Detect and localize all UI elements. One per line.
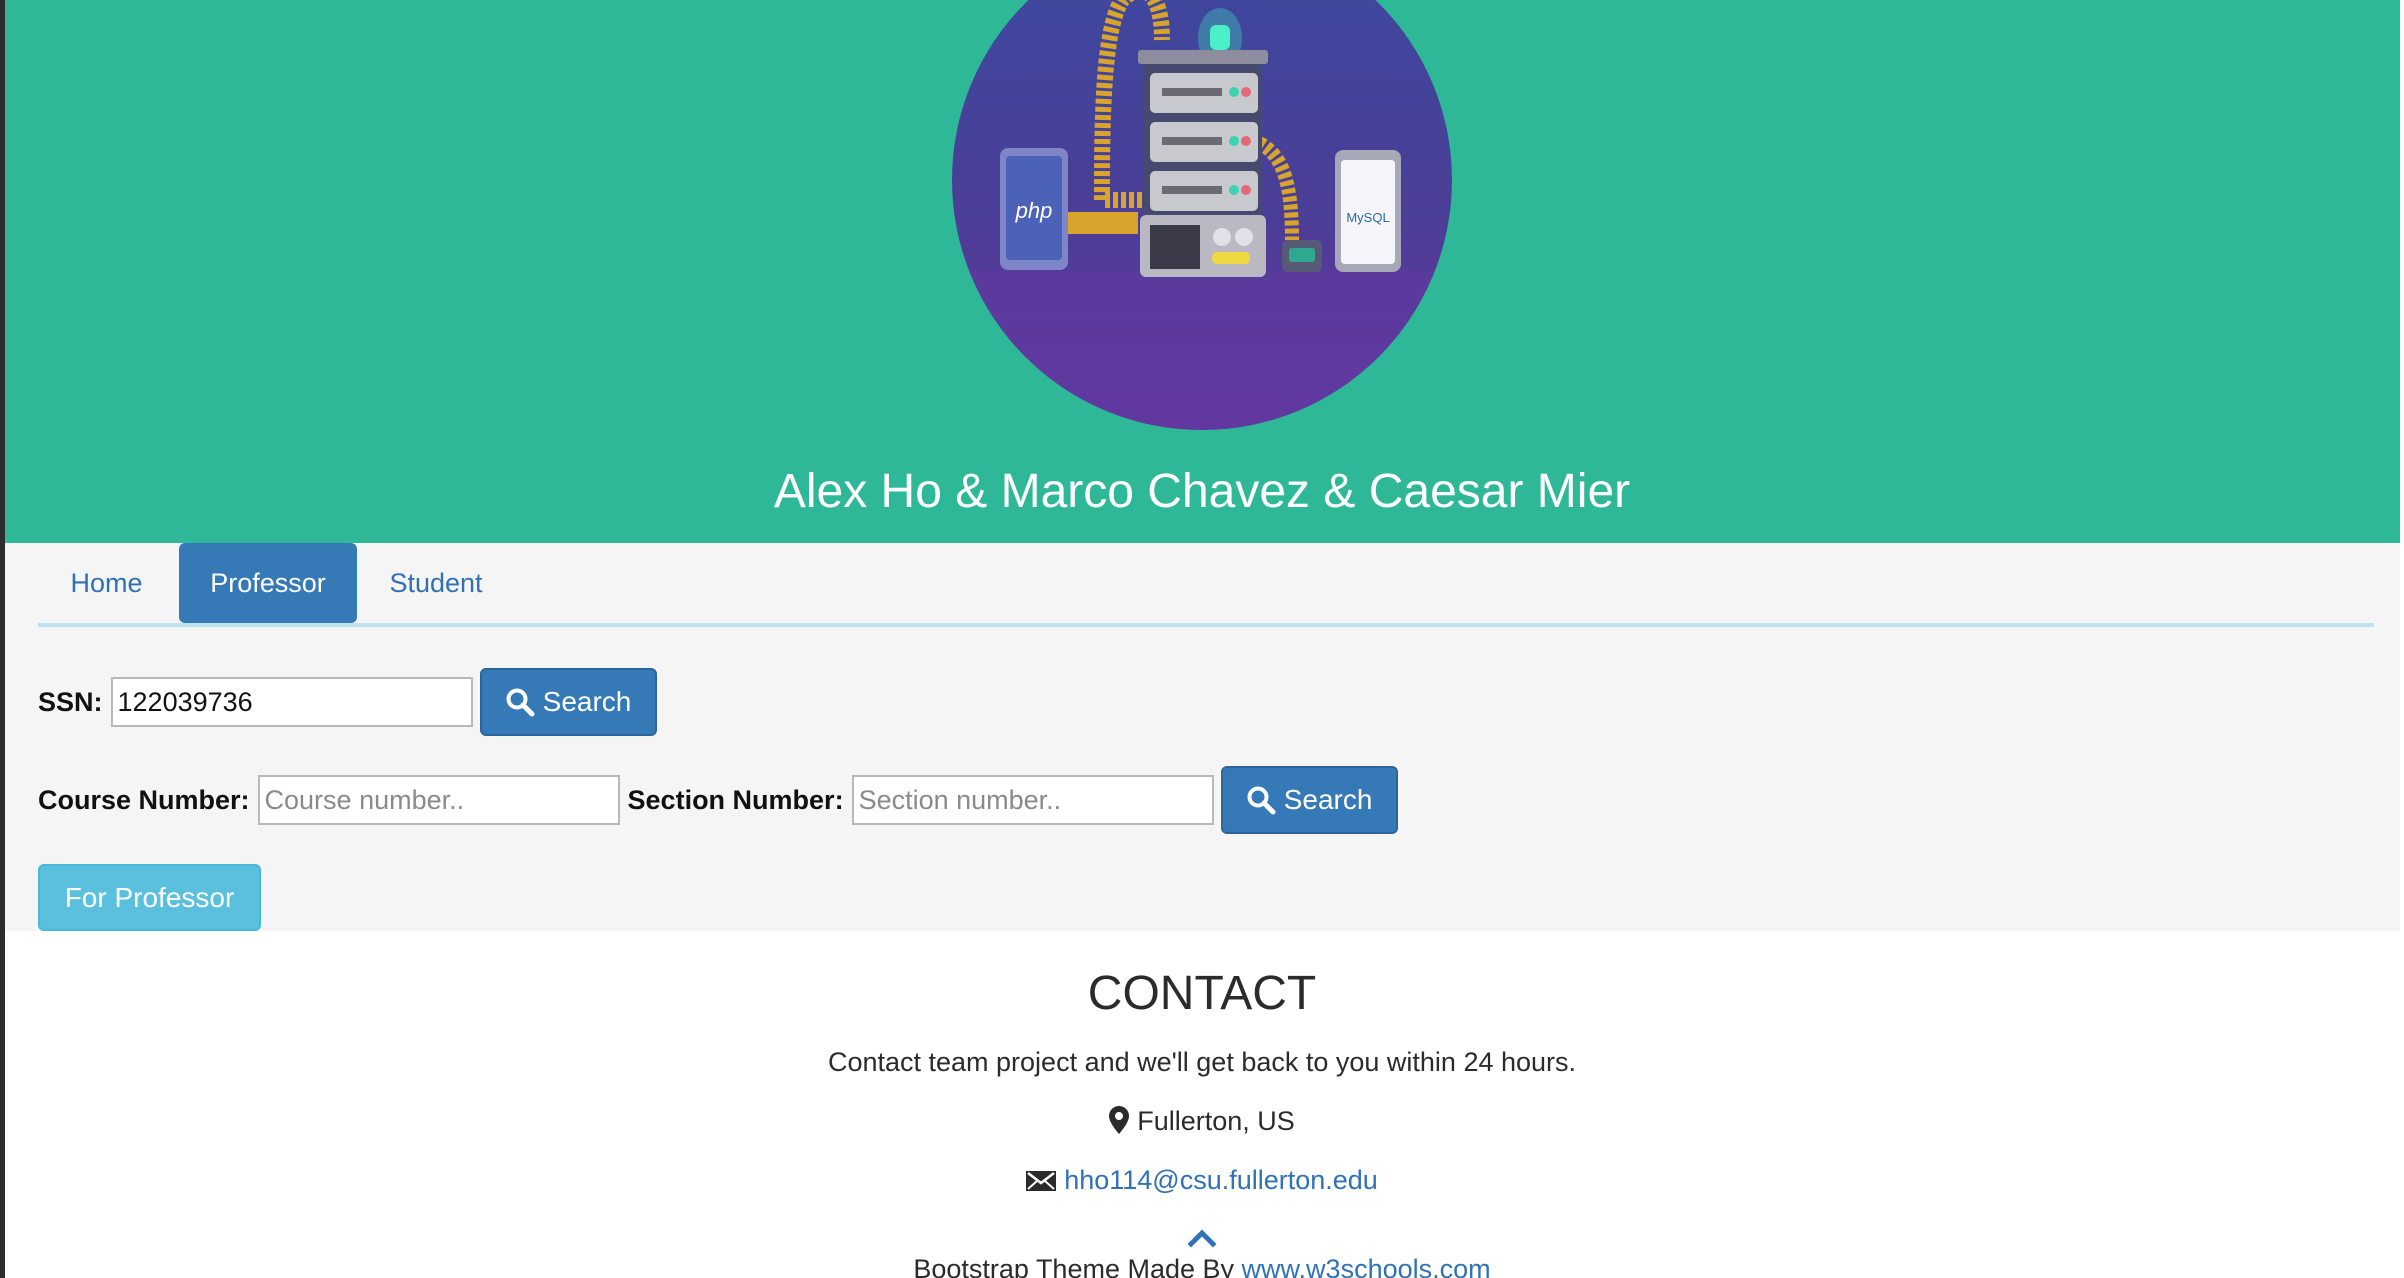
search-icon bbox=[506, 688, 535, 717]
team-title: Alex Ho & Marco Chavez & Caesar Mier bbox=[773, 465, 1631, 518]
section-number-input[interactable] bbox=[851, 775, 1214, 825]
php-logo-text: php bbox=[1015, 198, 1053, 223]
header-banner: php MySQL Alex Ho & Marco Chavez & Caesa… bbox=[0, 0, 2400, 543]
email-link[interactable]: hho114@csu.fullerton.edu bbox=[1064, 1165, 1378, 1195]
page: php MySQL Alex Ho & Marco Chavez & Caesa… bbox=[0, 0, 2404, 1278]
window-edge bbox=[0, 0, 5, 1278]
tab-home[interactable]: Home bbox=[38, 543, 175, 623]
main-panel: Home Professor Student SSN: Search Cours… bbox=[5, 543, 2400, 931]
map-marker-icon bbox=[1109, 1106, 1130, 1134]
location-text: Fullerton, US bbox=[1137, 1106, 1295, 1136]
contact-email: hho114@csu.fullerton.edu bbox=[0, 1165, 2404, 1196]
ssn-search-form: SSN: Search bbox=[38, 668, 657, 736]
contact-description: Contact team project and we'll get back … bbox=[827, 1047, 1577, 1077]
ssn-label: SSN: bbox=[38, 686, 103, 717]
course-search-button[interactable]: Search bbox=[1220, 766, 1398, 834]
envelope-icon bbox=[1026, 1171, 1057, 1191]
mysql-logo-text: MySQL bbox=[1346, 210, 1389, 225]
credit-prefix: Bootstrap Theme Made By bbox=[913, 1254, 1235, 1278]
w3schools-link[interactable]: www.w3schools.com bbox=[1242, 1254, 1491, 1278]
search-icon bbox=[1247, 786, 1276, 815]
for-professor-button[interactable]: For Professor bbox=[38, 864, 261, 931]
footer-credit: Bootstrap Theme Made By www.w3schools.co… bbox=[0, 1254, 2404, 1278]
tab-student[interactable]: Student bbox=[367, 543, 505, 623]
contact-title: CONTACT bbox=[1087, 967, 1317, 1020]
nav-tabs: Home Professor Student bbox=[38, 543, 2374, 627]
ssn-search-button[interactable]: Search bbox=[479, 668, 657, 736]
logo-image: php MySQL bbox=[952, 0, 1452, 430]
course-search-form: Course Number: Section Number: Search bbox=[38, 766, 1398, 834]
section-number-label: Section Number: bbox=[627, 784, 844, 815]
scroll-up-link[interactable] bbox=[0, 1224, 2404, 1254]
course-number-input[interactable] bbox=[257, 775, 620, 825]
ssn-search-label: Search bbox=[542, 686, 632, 717]
chevron-up-icon bbox=[1187, 1229, 1217, 1248]
tab-professor[interactable]: Professor bbox=[179, 543, 357, 623]
course-search-label: Search bbox=[1283, 784, 1373, 815]
contact-location: Fullerton, US bbox=[0, 1106, 2404, 1137]
course-number-label: Course Number: bbox=[38, 784, 250, 815]
ssn-input[interactable] bbox=[110, 677, 473, 727]
